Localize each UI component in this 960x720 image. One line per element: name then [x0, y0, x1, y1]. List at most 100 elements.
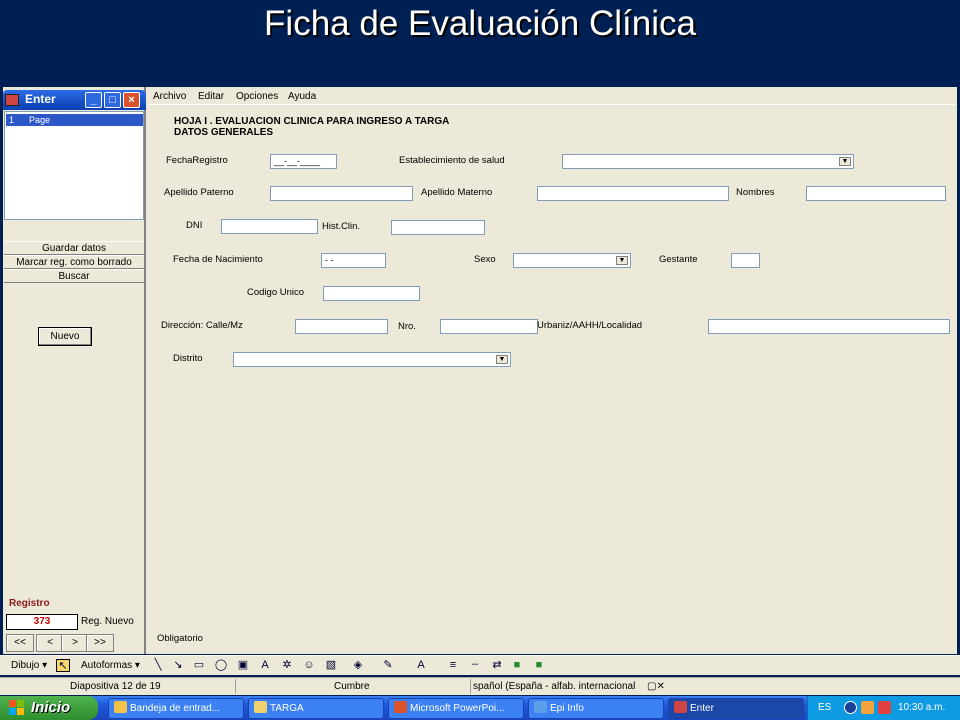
apellido-materno-label: Apellido Materno — [421, 187, 493, 198]
epi-info-icon — [534, 701, 547, 713]
last-record-button[interactable]: >> — [86, 634, 114, 652]
dni-field[interactable] — [221, 219, 318, 234]
menu-ayuda[interactable]: Ayuda — [288, 91, 316, 102]
taskbar: Inicio Bandeja de entrad... TARGA Micros… — [0, 696, 960, 720]
search-button[interactable]: Buscar — [4, 269, 144, 283]
menu-editar[interactable]: Editar — [198, 91, 224, 102]
obligatorio-label: Obligatorio — [157, 633, 203, 644]
taskbar-item-enter[interactable]: Enter — [668, 698, 804, 719]
task-label: Microsoft PowerPoi... — [410, 703, 505, 714]
new-button[interactable]: Nuevo — [38, 327, 92, 346]
nro-field[interactable] — [440, 319, 538, 334]
form-area: HOJA I . EVALUACION CLINICA PARA INGRESO… — [149, 107, 955, 652]
start-label: Inicio — [31, 699, 71, 716]
line-style-icon[interactable]: ≡ — [446, 659, 460, 672]
page-num: 1 — [9, 115, 15, 125]
taskbar-item-targa[interactable]: TARGA — [248, 698, 384, 719]
gestante-label: Gestante — [659, 254, 698, 265]
enter-app-icon — [674, 701, 687, 713]
menu-opciones[interactable]: Opciones — [236, 91, 278, 102]
taskbar-item-epi-info[interactable]: Epi Info — [528, 698, 664, 719]
chevron-down-icon[interactable]: ▼ — [616, 256, 628, 265]
save-data-button[interactable]: Guardar datos — [4, 241, 144, 255]
establecimiento-select[interactable]: ▼ — [562, 154, 854, 169]
system-tray: ES 10:30 a.m. — [807, 696, 960, 720]
record-number[interactable]: 373 — [6, 614, 78, 630]
task-label: Epi Info — [550, 703, 584, 714]
font-color-icon[interactable]: A — [414, 659, 428, 672]
next-record-button[interactable]: > — [61, 634, 89, 652]
urbaniz-label: Urbaniz/AAHH/Localidad — [537, 320, 643, 331]
page-label: Page — [29, 115, 51, 125]
tray-security-icon[interactable] — [878, 701, 891, 714]
text-box-icon[interactable]: ▣ — [236, 659, 250, 672]
direccion-field[interactable] — [295, 319, 388, 334]
oval-icon[interactable]: ◯ — [214, 659, 228, 672]
shadow-icon[interactable]: ■ — [510, 659, 524, 672]
dibujo-menu[interactable]: Dibujo ▾ — [11, 660, 47, 671]
left-panel: Enter _ □ × 1 Page Guardar datos Marcar … — [3, 87, 146, 654]
diagram-icon[interactable]: ✲ — [280, 659, 294, 672]
gestante-field[interactable] — [731, 253, 760, 268]
folder-icon — [254, 701, 267, 713]
fill-color-icon[interactable]: ◈ — [351, 659, 365, 672]
codigo-unico-field[interactable] — [323, 286, 420, 301]
prev-record-button[interactable]: < — [36, 634, 64, 652]
chevron-left-icon[interactable] — [844, 701, 857, 714]
first-record-button[interactable]: << — [6, 634, 34, 652]
apellido-paterno-field[interactable] — [270, 186, 413, 201]
hist-clin-field[interactable] — [391, 220, 485, 235]
clipart-icon[interactable]: ☺ — [302, 659, 316, 672]
picture-icon[interactable]: ▧ — [324, 659, 338, 672]
chevron-down-icon[interactable]: ▼ — [496, 355, 508, 364]
rectangle-icon[interactable]: ▭ — [192, 659, 206, 672]
direccion-label: Dirección: Calle/Mz — [161, 320, 243, 331]
urbaniz-field[interactable] — [708, 319, 950, 334]
language-status: spañol (España - alfab. internacional — [473, 681, 636, 692]
fecha-registro-field[interactable]: __-__-____ — [270, 154, 337, 169]
task-label: Bandeja de entrad... — [130, 703, 221, 714]
chevron-down-icon[interactable]: ▼ — [839, 157, 851, 166]
wordart-icon[interactable]: A — [258, 659, 272, 672]
autoformas-label: Autoformas — [81, 660, 133, 671]
establecimiento-label: Establecimiento de salud — [399, 155, 505, 166]
outlook-icon — [114, 701, 127, 713]
slide-counter: Diapositiva 12 de 19 — [70, 681, 161, 692]
page-list: 1 Page — [4, 111, 144, 220]
sexo-select[interactable]: ▼ — [513, 253, 631, 268]
dni-label: DNI — [186, 220, 203, 231]
taskbar-item-outlook[interactable]: Bandeja de entrad... — [108, 698, 244, 719]
maximize-icon[interactable]: □ — [104, 92, 121, 108]
line-color-icon[interactable]: ✎ — [381, 659, 395, 672]
nro-label: Nro. — [398, 321, 416, 332]
mark-deleted-button[interactable]: Marcar reg. como borrado — [4, 255, 144, 269]
apellido-materno-field[interactable] — [537, 186, 729, 201]
status-separator — [470, 679, 471, 694]
spellcheck-icon: ▢✕ — [647, 681, 665, 692]
fecha-nacimiento-field[interactable]: - - — [321, 253, 386, 268]
3d-icon[interactable]: ■ — [532, 659, 546, 672]
menu-archivo[interactable]: Archivo — [153, 91, 186, 102]
nombres-field[interactable] — [806, 186, 946, 201]
language-indicator[interactable]: ES — [818, 702, 831, 713]
dash-style-icon[interactable]: ┄ — [468, 659, 482, 672]
minimize-icon[interactable]: _ — [85, 92, 102, 108]
dibujo-label: Dibujo — [11, 660, 40, 671]
line-icon[interactable]: ╲ — [151, 659, 165, 672]
left-panel-titlebar[interactable]: Enter _ □ × — [3, 90, 146, 110]
close-icon[interactable]: × — [123, 92, 140, 108]
tray-app-icon[interactable] — [861, 701, 874, 714]
arrow-style-icon[interactable]: ⇄ — [490, 659, 504, 672]
menu-bar: Archivo Editar Opciones Ayuda — [149, 89, 955, 105]
taskbar-item-powerpoint[interactable]: Microsoft PowerPoi... — [388, 698, 524, 719]
page-list-item[interactable]: 1 Page — [6, 114, 143, 126]
arrow-icon[interactable]: ↘ — [171, 659, 185, 672]
hist-clin-label: Hist.Clin. — [322, 221, 361, 232]
sexo-label: Sexo — [474, 254, 496, 265]
distrito-select[interactable]: ▼ — [233, 352, 511, 367]
task-label: TARGA — [270, 703, 304, 714]
select-pointer-icon[interactable]: ↖ — [56, 659, 70, 672]
start-button[interactable]: Inicio — [0, 696, 98, 720]
autoformas-menu[interactable]: Autoformas ▾ — [81, 660, 140, 671]
nombres-label: Nombres — [736, 187, 775, 198]
